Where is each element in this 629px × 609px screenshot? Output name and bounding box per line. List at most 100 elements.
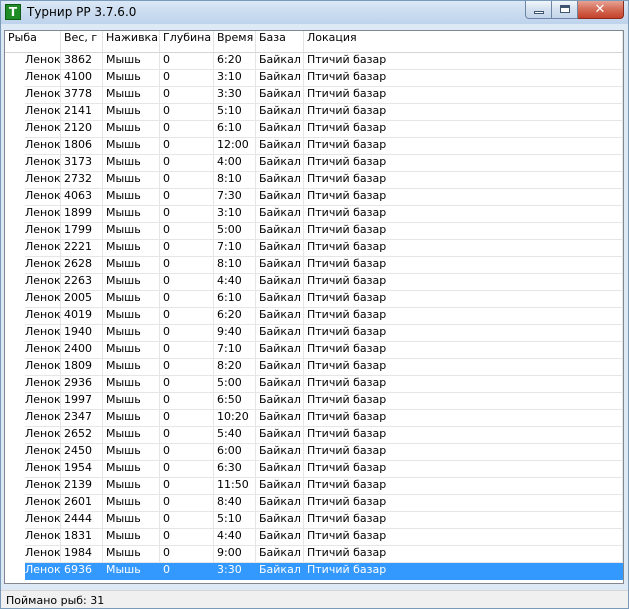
- cell-bait: Мышь: [103, 172, 160, 189]
- cell-bait: Мышь: [103, 546, 160, 563]
- table-row[interactable]: Ленок 4063 Мышь 0 7:30 Байкал Птичий базар: [5, 189, 623, 206]
- cell-bait: Мышь: [103, 121, 160, 138]
- cell-fish: Ленок: [25, 172, 61, 189]
- cell-location: Птичий базар: [304, 308, 623, 325]
- column-header-base[interactable]: База: [256, 31, 304, 52]
- cell-depth: 0: [160, 291, 214, 308]
- table-row[interactable]: Ленок 2732 Мышь 0 8:10 Байкал Птичий базар: [5, 172, 623, 189]
- table-row[interactable]: Ленок 1831 Мышь 0 4:40 Байкал Птичий базар: [5, 529, 623, 546]
- cell-bait: Мышь: [103, 342, 160, 359]
- table-row[interactable]: Ленок 1899 Мышь 0 3:10 Байкал Птичий базар: [5, 206, 623, 223]
- catch-list[interactable]: Рыба Вес, г Наживка Глубина Время База Локация…: [4, 30, 624, 584]
- table-row[interactable]: Ленок 2263 Мышь 0 4:40 Байкал Птичий базар: [5, 274, 623, 291]
- cell-fish: Ленок: [25, 87, 61, 104]
- app-icon[interactable]: T: [5, 4, 21, 20]
- cell-time: 5:00: [214, 223, 256, 240]
- cell-weight: 2601: [61, 495, 103, 512]
- cell-bait: Мышь: [103, 444, 160, 461]
- cell-weight: 2120: [61, 121, 103, 138]
- table-row[interactable]: Ленок 2347 Мышь 0 10:20 Байкал Птичий базар: [5, 410, 623, 427]
- column-header-time[interactable]: Время: [214, 31, 256, 52]
- column-header-location[interactable]: Локация: [304, 31, 623, 52]
- cell-bait: Мышь: [103, 427, 160, 444]
- cell-location: Птичий базар: [304, 138, 623, 155]
- cell-base: Байкал: [256, 325, 304, 342]
- cell-location: Птичий базар: [304, 495, 623, 512]
- table-row[interactable]: Ленок 2141 Мышь 0 5:10 Байкал Птичий базар: [5, 104, 623, 121]
- cell-location: Птичий базар: [304, 87, 623, 104]
- cell-time: 6:20: [214, 308, 256, 325]
- cell-depth: 0: [160, 104, 214, 121]
- cell-base: Байкал: [256, 189, 304, 206]
- table-row[interactable]: Ленок 1940 Мышь 0 9:40 Байкал Птичий базар: [5, 325, 623, 342]
- table-row[interactable]: Ленок 3173 Мышь 0 4:00 Байкал Птичий базар: [5, 155, 623, 172]
- table-row[interactable]: Ленок 3862 Мышь 0 6:20 Байкал Птичий базар: [5, 53, 623, 70]
- cell-weight: 4100: [61, 70, 103, 87]
- table-row[interactable]: Ленок 6936 Мышь 0 3:30 Байкал Птичий базар: [5, 563, 623, 580]
- table-row[interactable]: Ленок 2450 Мышь 0 6:00 Байкал Птичий базар: [5, 444, 623, 461]
- cell-bait: Мышь: [103, 529, 160, 546]
- table-row[interactable]: Ленок 2221 Мышь 0 7:10 Байкал Птичий базар: [5, 240, 623, 257]
- cell-depth: 0: [160, 308, 214, 325]
- column-header-depth[interactable]: Глубина: [160, 31, 214, 52]
- cell-time: 3:30: [214, 87, 256, 104]
- column-header-weight[interactable]: Вес, г: [61, 31, 103, 52]
- table-row[interactable]: Ленок 2628 Мышь 0 8:10 Байкал Птичий базар: [5, 257, 623, 274]
- cell-time: 6:00: [214, 444, 256, 461]
- table-row[interactable]: Ленок 2139 Мышь 0 11:50 Байкал Птичий базар: [5, 478, 623, 495]
- cell-location: Птичий базар: [304, 206, 623, 223]
- minimize-button[interactable]: [525, 1, 552, 19]
- cell-location: Птичий базар: [304, 461, 623, 478]
- cell-fish: Ленок: [25, 104, 61, 121]
- cell-time: 6:30: [214, 461, 256, 478]
- cell-weight: 1984: [61, 546, 103, 563]
- cell-location: Птичий базар: [304, 512, 623, 529]
- cell-bait: Мышь: [103, 70, 160, 87]
- table-row[interactable]: Ленок 2400 Мышь 0 7:10 Байкал Птичий базар: [5, 342, 623, 359]
- cell-time: 6:50: [214, 393, 256, 410]
- cell-bait: Мышь: [103, 257, 160, 274]
- cell-time: 7:10: [214, 342, 256, 359]
- cell-time: 9:00: [214, 546, 256, 563]
- cell-weight: 1831: [61, 529, 103, 546]
- table-row[interactable]: Ленок 3778 Мышь 0 3:30 Байкал Птичий базар: [5, 87, 623, 104]
- cell-fish: Ленок: [25, 189, 61, 206]
- cell-location: Птичий базар: [304, 189, 623, 206]
- cell-depth: 0: [160, 376, 214, 393]
- cell-base: Байкал: [256, 478, 304, 495]
- cell-depth: 0: [160, 189, 214, 206]
- cell-time: 10:20: [214, 410, 256, 427]
- table-row[interactable]: Ленок 1799 Мышь 0 5:00 Байкал Птичий базар: [5, 223, 623, 240]
- cell-time: 8:20: [214, 359, 256, 376]
- cell-base: Байкал: [256, 563, 304, 580]
- column-header-fish[interactable]: Рыба: [5, 31, 61, 52]
- table-row[interactable]: Ленок 2936 Мышь 0 5:00 Байкал Птичий базар: [5, 376, 623, 393]
- table-row[interactable]: Ленок 2120 Мышь 0 6:10 Байкал Птичий базар: [5, 121, 623, 138]
- maximize-button[interactable]: [552, 1, 578, 19]
- title-bar[interactable]: T Турнир РР 3.7.6.0 ✕: [1, 1, 628, 24]
- cell-depth: 0: [160, 359, 214, 376]
- table-row[interactable]: Ленок 1809 Мышь 0 8:20 Байкал Птичий базар: [5, 359, 623, 376]
- cell-weight: 1997: [61, 393, 103, 410]
- table-row[interactable]: Ленок 4100 Мышь 0 3:10 Байкал Птичий базар: [5, 70, 623, 87]
- cell-location: Птичий базар: [304, 427, 623, 444]
- cell-fish: Ленок: [25, 53, 61, 70]
- cell-time: 4:40: [214, 274, 256, 291]
- table-row[interactable]: Ленок 1984 Мышь 0 9:00 Байкал Птичий базар: [5, 546, 623, 563]
- close-button[interactable]: ✕: [578, 1, 624, 19]
- column-header-bait[interactable]: Наживка: [103, 31, 160, 52]
- table-row[interactable]: Ленок 1997 Мышь 0 6:50 Байкал Птичий базар: [5, 393, 623, 410]
- table-row[interactable]: Ленок 2652 Мышь 0 5:40 Байкал Птичий базар: [5, 427, 623, 444]
- table-row[interactable]: Ленок 2444 Мышь 0 5:10 Байкал Птичий базар: [5, 512, 623, 529]
- table-row[interactable]: Ленок 1806 Мышь 0 12:00 Байкал Птичий базар: [5, 138, 623, 155]
- table-row[interactable]: Ленок 1954 Мышь 0 6:30 Байкал Птичий базар: [5, 461, 623, 478]
- cell-bait: Мышь: [103, 104, 160, 121]
- cell-location: Птичий базар: [304, 478, 623, 495]
- cell-depth: 0: [160, 206, 214, 223]
- table-row[interactable]: Ленок 2005 Мышь 0 6:10 Байкал Птичий базар: [5, 291, 623, 308]
- table-row[interactable]: Ленок 2601 Мышь 0 8:40 Байкал Птичий базар: [5, 495, 623, 512]
- table-row[interactable]: Ленок 4019 Мышь 0 6:20 Байкал Птичий базар: [5, 308, 623, 325]
- minimize-icon: [534, 11, 544, 14]
- cell-base: Байкал: [256, 495, 304, 512]
- cell-weight: 3862: [61, 53, 103, 70]
